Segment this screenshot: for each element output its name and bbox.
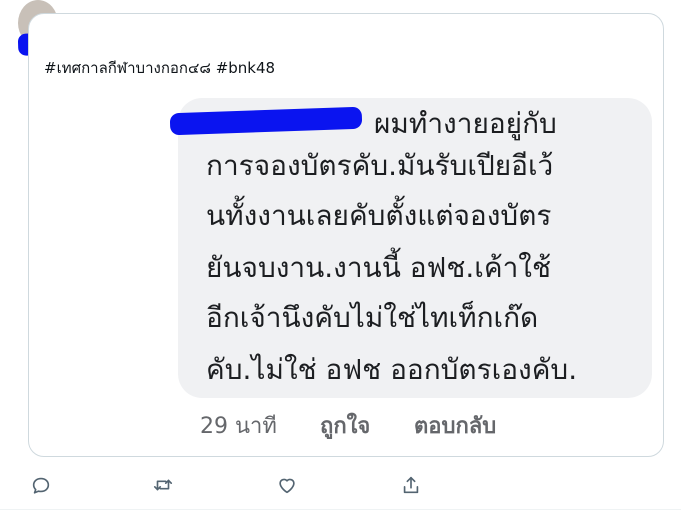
comment-like-link: ถูกใจ (320, 414, 371, 439)
comment-time: 29 นาที (200, 414, 277, 439)
comment-screenshot[interactable]: ผมทำงายอยู่กับ การจองบัตรคับ.มันรับเปียอ… (169, 98, 658, 440)
tweet-page: #เทศกาลกีฬาบางกอก๔๘ #bnk48 ผมทำงายอยู่กั… (0, 0, 681, 513)
divider (0, 509, 681, 510)
tweet-hashtags[interactable]: #เทศกาลกีฬาบางกอก๔๘ #bnk48 (44, 56, 275, 80)
comment-line-1: ผมทำงายอยู่กับ (374, 107, 557, 140)
comment-line-3: นทั้งงานเลยคับตั้งแต่จองบัตร (206, 199, 552, 232)
reply-icon[interactable] (26, 470, 56, 500)
comment-bubble: ผมทำงายอยู่กับ การจองบัตรคับ.มันรับเปียอ… (178, 98, 652, 398)
share-icon[interactable] (396, 470, 426, 500)
comment-line-4: ยันจบงาน.งานนี้ อฟช.เค้าใช้ (206, 251, 551, 284)
like-icon[interactable] (272, 470, 302, 500)
comment-reply-link: ตอบกลับ (414, 414, 497, 439)
tweet-action-bar (0, 470, 681, 506)
comment-line-5: อีกเจ้านึงคับไม่ใช่ไทเท็กเก๊ด (206, 301, 539, 334)
retweet-icon[interactable] (148, 470, 178, 500)
comment-line-6: คับ.ไม่ใช่ อฟช ออกบัตรเองคับ. (206, 353, 578, 386)
comment-line-2: การจองบัตรคับ.มันรับเปียอีเว้ (206, 149, 554, 182)
